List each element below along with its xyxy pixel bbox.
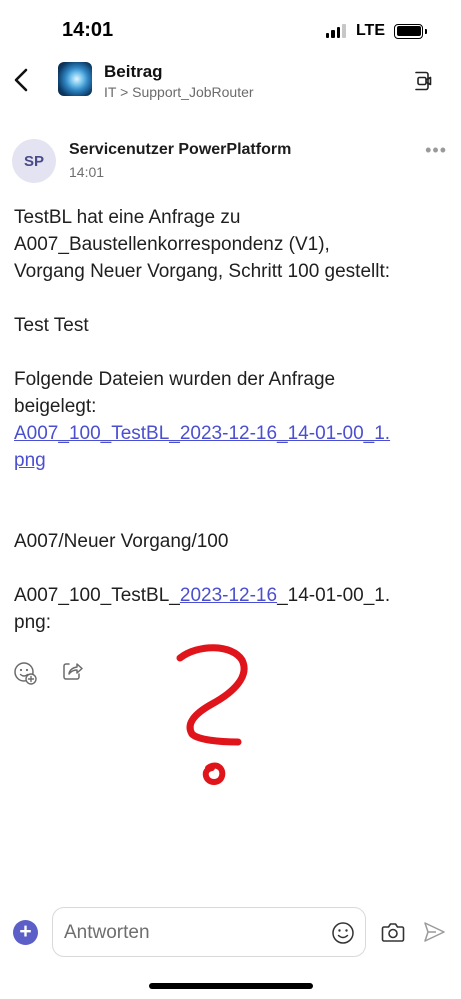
message-line: beigelegt: (14, 396, 97, 417)
sender-avatar[interactable]: SP (12, 139, 56, 183)
message-line: A007/Neuer Vorgang/100 (14, 531, 229, 552)
meet-now-icon[interactable] (413, 70, 435, 92)
battery-icon (394, 23, 427, 39)
message-line: A007_Baustellenkorrespondenz (V1), (14, 234, 330, 255)
message-line: Vorgang Neuer Vorgang, Schritt 100 geste… (14, 261, 391, 282)
post-header: Beitrag IT > Support_JobRouter (0, 56, 461, 108)
date-link[interactable]: 2023-12-16 (180, 585, 277, 606)
filename-prefix: A007_100_TestBL_ (14, 585, 180, 606)
more-options-icon[interactable]: ••• (425, 140, 447, 161)
message-line: A007_100_TestBL_2023-12-16_14-01-00_1. (14, 583, 390, 608)
question-mark-annotation (176, 644, 248, 785)
header-breadcrumb[interactable]: IT > Support_JobRouter (104, 84, 254, 100)
message-line: Folgende Dateien wurden der Anfrage (14, 369, 336, 390)
emoji-icon[interactable] (331, 921, 355, 945)
filename-suffix: _14-01-00_1. (277, 585, 391, 606)
home-indicator (149, 983, 313, 989)
status-indicators: LTE (325, 22, 427, 40)
message-line: png: (14, 612, 51, 633)
header-title: Beitrag (104, 62, 163, 81)
share-icon[interactable] (61, 660, 83, 682)
network-type: LTE (355, 22, 385, 39)
signal-icon (325, 24, 348, 38)
sender-name: Servicenutzer PowerPlatform (69, 141, 292, 158)
message-line: Test Test (14, 315, 89, 336)
add-button[interactable]: + (13, 920, 38, 945)
attachment-link[interactable]: png (14, 448, 46, 473)
reply-input[interactable]: Antworten (52, 907, 366, 957)
attachment-link[interactable]: A007_100_TestBL_2023-12-16_14-01-00_1. (14, 421, 390, 446)
channel-avatar (58, 62, 92, 96)
message-line: TestBL hat eine Anfrage zu (14, 207, 241, 228)
status-time: 14:01 (62, 19, 114, 41)
add-reaction-icon[interactable] (13, 661, 37, 685)
back-arrow-icon[interactable] (10, 66, 34, 94)
status-bar: 14:01 LTE (0, 0, 461, 56)
message-time: 14:01 (69, 164, 105, 180)
reply-placeholder: Antworten (64, 922, 150, 943)
camera-icon[interactable] (381, 921, 405, 943)
send-icon[interactable] (422, 920, 446, 944)
